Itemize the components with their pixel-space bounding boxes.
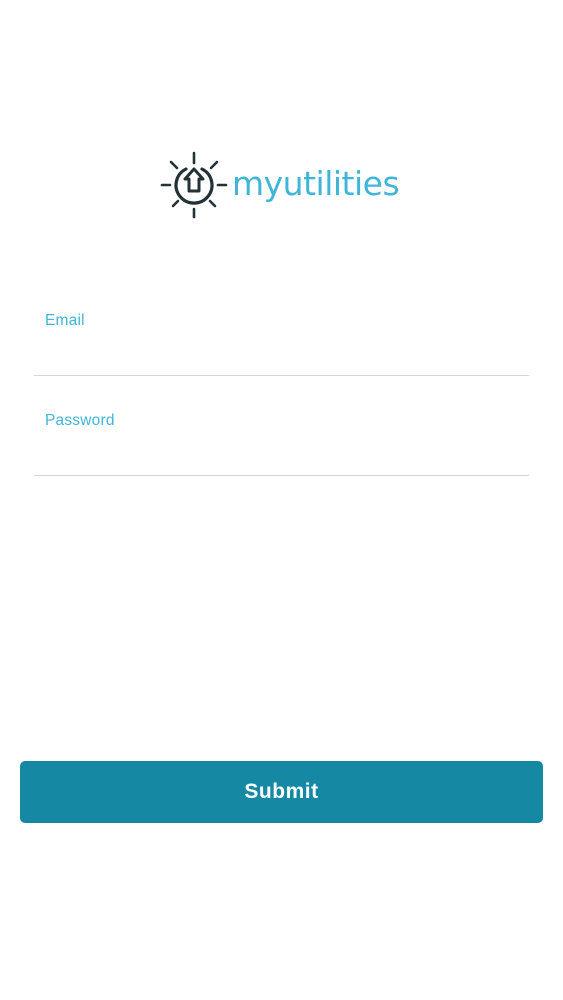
login-screen: myutilities Email Password Submit — [0, 0, 563, 1000]
submit-button[interactable]: Submit — [20, 761, 543, 823]
sun-house-icon — [160, 151, 228, 219]
app-logo: myutilities — [160, 150, 400, 220]
email-field[interactable]: Email — [34, 306, 529, 376]
password-field[interactable]: Password — [34, 406, 529, 476]
email-input[interactable] — [45, 341, 529, 369]
logo-wordmark: myutilities — [232, 163, 400, 203]
password-label: Password — [45, 412, 115, 429]
email-label: Email — [45, 312, 85, 329]
password-input[interactable] — [45, 441, 529, 469]
